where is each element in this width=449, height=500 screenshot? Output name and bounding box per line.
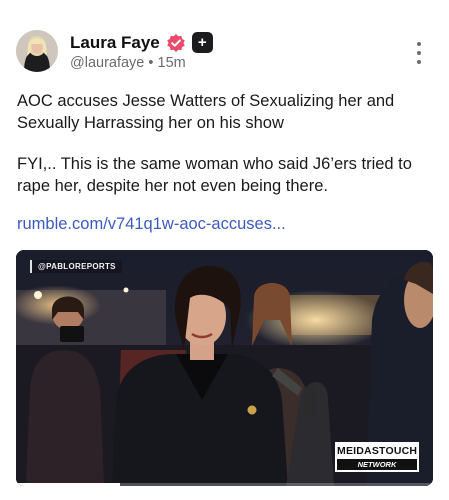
network-logo: MEIDASTOUCH NETWORK [335,442,419,472]
post-paragraph: AOC accuses Jesse Watters of Sexualizing… [17,92,395,132]
avatar[interactable] [16,30,58,72]
verified-badge-icon [166,33,186,53]
video-progress-bar[interactable] [16,483,433,486]
author-handle[interactable]: @laurafaye [70,55,144,71]
post-card: Laura Faye + @laurafaye • 15m AOC accuse… [0,0,449,500]
plus-badge-icon: + [191,32,213,53]
video-progress-fill [16,483,121,486]
post-body: AOC accuses Jesse Watters of Sexualizing… [17,90,433,216]
video-source-label: @PABLOREPORTS [30,260,122,273]
network-logo-line-2: NETWORK [337,459,417,470]
post-timestamp: 15m [157,55,186,71]
author-meta: @laurafaye • 15m [70,55,186,71]
author-header: Laura Faye + [70,32,213,53]
post-link[interactable]: rumble.com/v741q1w-aoc-accuses... [17,215,286,234]
meta-separator: • [148,55,154,71]
video-thumbnail[interactable]: @PABLOREPORTS MEIDASTOUCH NETWORK [16,250,433,486]
avatar-image [16,30,58,72]
more-vertical-icon[interactable] [413,42,425,64]
author-display-name[interactable]: Laura Faye [70,33,160,53]
post-paragraph: FYI,.. This is the same woman who said J… [17,155,412,195]
network-logo-line-1: MEIDASTOUCH [337,445,418,457]
